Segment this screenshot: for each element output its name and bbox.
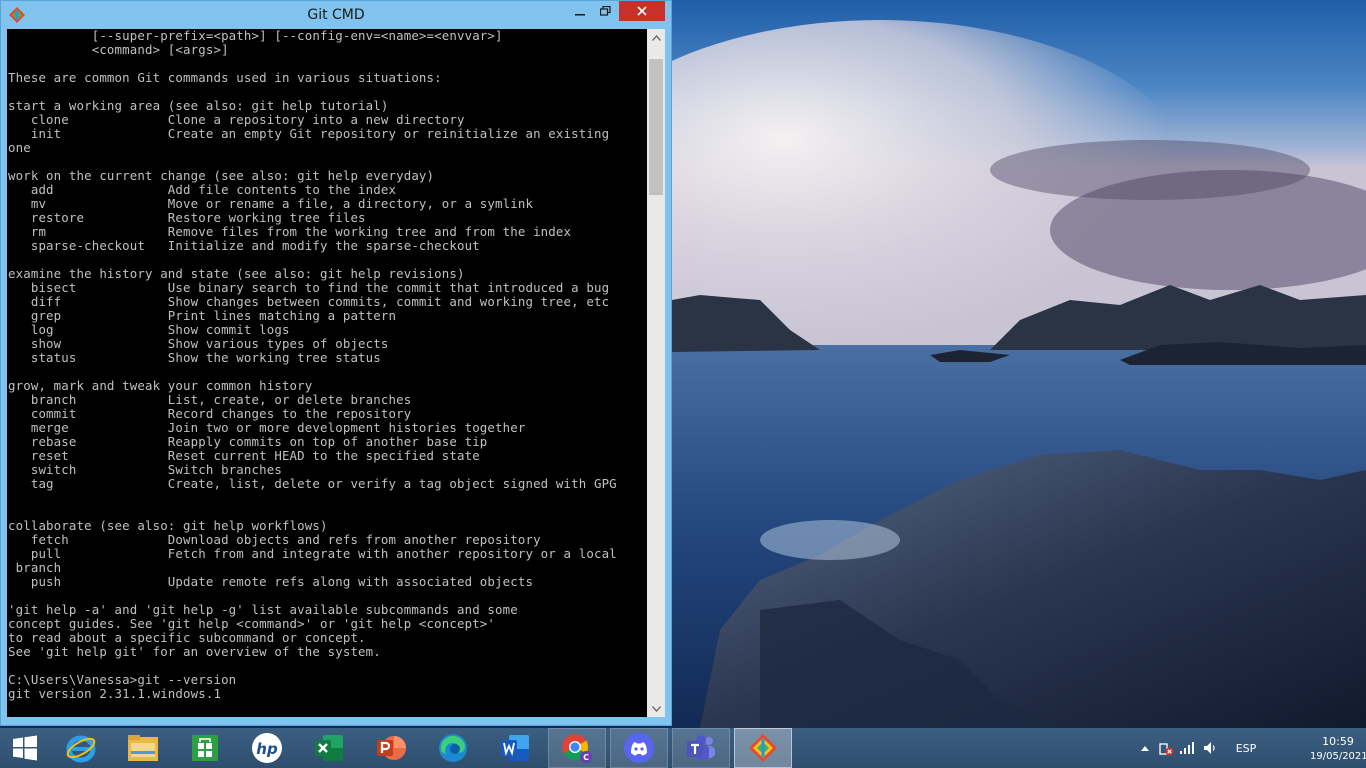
scrollbar-thumb[interactable] [649, 59, 663, 195]
console-line: show Show various types of objects [8, 336, 389, 351]
console-line: reset Reset current HEAD to the specifie… [8, 448, 480, 463]
git-cmd-window[interactable]: Git CMD [--super-prefix=<path>] [--confi… [0, 0, 672, 726]
taskbar-hp[interactable]: hp [238, 728, 296, 768]
console-line: grep Print lines matching a pattern [8, 308, 397, 323]
start-button[interactable] [0, 728, 50, 768]
excel-icon [315, 735, 343, 761]
git-icon [749, 734, 777, 762]
system-tray: ESP 10:59 19/05/2021 [1136, 728, 1366, 768]
console-text: [--super-prefix=<path>] [--config-env=<n… [7, 29, 647, 701]
console-line: diff Show changes between commits, commi… [8, 294, 610, 309]
console-line: start a working area (see also: git help… [8, 98, 389, 113]
taskbar-microsoft-store[interactable] [176, 728, 234, 768]
console-line: fetch Download objects and refs from ano… [8, 532, 541, 547]
console-line: sparse-checkout Initialize and modify th… [8, 238, 480, 253]
svg-text:C: C [583, 753, 589, 762]
console-line: mv Move or rename a file, a directory, o… [8, 196, 534, 211]
taskbar-internet-explorer[interactable] [52, 728, 110, 768]
console-line: pull Fetch from and integrate with anoth… [8, 546, 617, 561]
security-warning-icon [1159, 743, 1174, 756]
microsoft-store-icon [192, 735, 218, 761]
close-button[interactable] [619, 1, 665, 21]
scroll-up-button[interactable] [647, 29, 665, 46]
language-indicator[interactable]: ESP [1228, 728, 1264, 768]
windows-start-icon [13, 735, 37, 761]
taskbar-git-cmd[interactable] [734, 728, 792, 768]
console-line: See 'git help git' for an overview of th… [8, 644, 381, 659]
minimize-icon [575, 14, 585, 16]
console-line: concept guides. See 'git help <command>'… [8, 616, 496, 631]
console-line: add Add file contents to the index [8, 182, 397, 197]
taskbar-discord[interactable] [610, 728, 668, 768]
console-line: rm Remove files from the working tree an… [8, 224, 572, 239]
vertical-scrollbar[interactable] [647, 29, 665, 717]
file-explorer-icon [128, 735, 158, 761]
console-line: restore Restore working tree files [8, 210, 366, 225]
network-signal-icon [1180, 742, 1194, 754]
console-line: C:\Users\Vanessa>git --version [8, 672, 237, 687]
teams-icon [687, 735, 715, 760]
console-line: [--super-prefix=<path>] [--config-env=<n… [8, 29, 503, 43]
edge-icon [439, 734, 467, 762]
console-line: These are common Git commands used in va… [8, 70, 442, 85]
console-line: bisect Use binary search to find the com… [8, 280, 610, 295]
chrome-icon: C [562, 734, 592, 763]
console-line: clone Clone a repository into a new dire… [8, 112, 465, 127]
console-line: switch Switch branches [8, 462, 282, 477]
restore-icon [599, 6, 611, 16]
console-output[interactable]: [--super-prefix=<path>] [--config-env=<n… [7, 29, 647, 717]
tray-security-icon-button[interactable] [1156, 728, 1176, 768]
window-titlebar[interactable]: Git CMD [1, 1, 671, 29]
tray-volume-button[interactable] [1200, 728, 1220, 768]
taskbar: hp C ESP 10:59 19/05/2021 [0, 728, 1366, 768]
clock-date: 19/05/2021 [1310, 751, 1366, 762]
console-line: status Show the working tree status [8, 350, 381, 365]
taskbar-excel[interactable] [300, 728, 358, 768]
taskbar-powerpoint[interactable] [362, 728, 420, 768]
console-line: collaborate (see also: git help workflow… [8, 518, 328, 533]
chevron-down-icon [651, 705, 661, 712]
console-line: push Update remote refs along with assoc… [8, 574, 534, 589]
console-line: one [8, 140, 31, 155]
console-line: <command> [<args>] [8, 42, 229, 57]
console-line: grow, mark and tweak your common history [8, 378, 313, 393]
console-line: branch [8, 560, 62, 575]
tray-network-button[interactable] [1178, 728, 1198, 768]
console-line: git version 2.31.1.windows.1 [8, 686, 222, 701]
console-line: examine the history and state (see also:… [8, 266, 465, 281]
discord-icon [624, 733, 654, 763]
console-line: 'git help -a' and 'git help -g' list ava… [8, 602, 518, 617]
speaker-icon [1204, 742, 1215, 754]
svg-text:hp: hp [256, 740, 278, 758]
clock-time: 10:59 [1322, 735, 1354, 748]
console-line: branch List, create, or delete branches [8, 392, 412, 407]
taskbar-chrome[interactable]: C [548, 728, 606, 768]
chevron-up-icon [651, 34, 661, 41]
console-line: tag Create, list, delete or verify a tag… [8, 476, 617, 491]
close-icon [637, 6, 647, 16]
scroll-down-button[interactable] [647, 700, 665, 717]
taskbar-file-explorer[interactable] [114, 728, 172, 768]
console-line: merge Join two or more development histo… [8, 420, 526, 435]
taskbar-edge[interactable] [424, 728, 482, 768]
taskbar-teams[interactable] [672, 728, 730, 768]
powerpoint-icon [377, 736, 406, 760]
show-hidden-icons-button[interactable] [1136, 728, 1154, 768]
console-line: commit Record changes to the repository [8, 406, 412, 421]
clock-button[interactable] [1310, 728, 1366, 768]
taskbar-word[interactable] [486, 728, 544, 768]
word-icon [501, 735, 529, 761]
chevron-up-icon [1141, 745, 1149, 751]
console-line: init Create an empty Git repository or r… [8, 126, 610, 141]
hp-icon: hp [252, 733, 282, 763]
restore-button[interactable] [590, 1, 620, 21]
console-line: rebase Reapply commits on top of another… [8, 434, 488, 449]
internet-explorer-icon [66, 735, 96, 763]
console-line: work on the current change (see also: gi… [8, 168, 435, 183]
console-line: to read about a specific subcommand or c… [8, 630, 366, 645]
console-line: log Show commit logs [8, 322, 290, 337]
